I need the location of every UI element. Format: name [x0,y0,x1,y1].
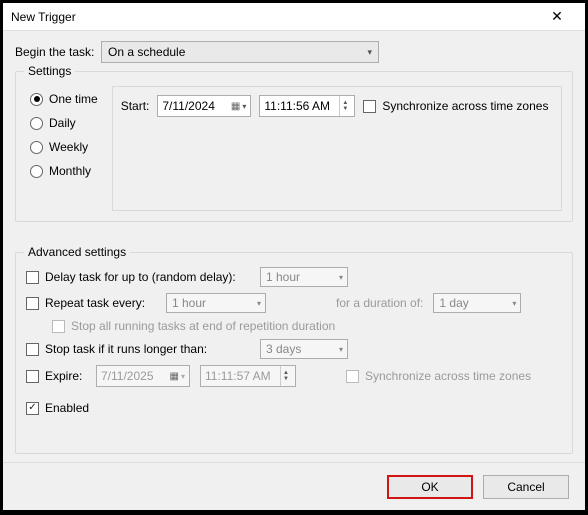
begin-task-row: Begin the task: On a schedule ▾ [15,41,573,63]
cancel-label: Cancel [507,480,544,494]
stop-running-checkbox[interactable]: Stop all running tasks at end of repetit… [52,319,335,333]
expire-date-input[interactable]: 7/11/2025 ▦ ▾ [96,365,190,387]
radio-label: Daily [49,116,76,130]
begin-task-label: Begin the task: [15,45,101,59]
radio-icon [30,141,43,154]
stop-longer-label: Stop task if it runs longer than: [45,342,207,356]
expire-label: Expire: [45,369,82,383]
checkbox-icon [363,100,376,113]
calendar-icon: ▦ [231,101,240,112]
expire-checkbox[interactable]: Expire: [26,369,86,383]
stop-longer-row: Stop task if it runs longer than: 3 days… [26,339,562,359]
radio-one-time[interactable]: One time [30,92,98,106]
ok-label: OK [421,480,438,494]
radio-label: Weekly [49,140,88,154]
chevron-down-icon: ▾ [242,102,246,111]
sync-zones-label: Synchronize across time zones [382,99,548,113]
begin-task-dropdown[interactable]: On a schedule ▾ [101,41,379,63]
close-button[interactable]: ✕ [537,3,577,31]
start-time-input[interactable]: 11:11:56 AM ▲ ▼ [259,95,355,117]
checkbox-icon [26,343,39,356]
delay-value: 1 hour [266,270,300,284]
expire-time-input[interactable]: 11:11:57 AM ▲ ▼ [200,365,296,387]
repeat-value: 1 hour [172,296,206,310]
radio-label: Monthly [49,164,91,178]
radio-daily[interactable]: Daily [30,116,98,130]
expire-sync-label: Synchronize across time zones [365,369,531,383]
enabled-row: Enabled [26,401,562,415]
repeat-checkbox[interactable]: Repeat task every: [26,296,156,310]
delay-row: Delay task for up to (random delay): 1 h… [26,267,562,287]
spinner-down-icon[interactable]: ▼ [281,376,291,382]
titlebar: New Trigger ✕ [3,3,585,31]
spinner-down-icon[interactable]: ▼ [340,106,350,112]
stop-running-row: Stop all running tasks at end of repetit… [52,319,562,333]
enabled-checkbox[interactable]: Enabled [26,401,89,415]
advanced-legend: Advanced settings [24,245,130,259]
radio-monthly[interactable]: Monthly [30,164,98,178]
radio-weekly[interactable]: Weekly [30,140,98,154]
checkbox-icon [26,271,39,284]
chevron-down-icon: ▾ [181,372,185,381]
checkbox-icon [346,370,359,383]
sync-zones-checkbox[interactable]: Synchronize across time zones [363,99,548,113]
expire-sync-checkbox[interactable]: Synchronize across time zones [346,369,531,383]
duration-label: for a duration of: [336,296,423,310]
delay-dropdown[interactable]: 1 hour ▾ [260,267,348,287]
advanced-fieldset: Advanced settings Delay task for up to (… [15,252,573,454]
stop-running-label: Stop all running tasks at end of repetit… [71,319,335,333]
delay-label: Delay task for up to (random delay): [45,270,236,284]
repeat-row: Repeat task every: 1 hour ▾ for a durati… [26,293,562,313]
repeat-label: Repeat task every: [45,296,145,310]
checkbox-icon [26,402,39,415]
calendar-icon: ▦ [170,371,179,382]
checkbox-icon [52,320,65,333]
enabled-label: Enabled [45,401,89,415]
stop-longer-dropdown[interactable]: 3 days ▾ [260,339,348,359]
radio-label: One time [49,92,98,106]
chevron-down-icon: ▾ [339,273,343,282]
checkbox-icon [26,370,39,383]
schedule-radio-group: One time Daily Weekly Monthly [26,86,102,211]
start-label: Start: [121,99,150,113]
stop-longer-value: 3 days [266,342,301,356]
checkbox-icon [26,297,39,310]
cancel-button[interactable]: Cancel [483,475,569,499]
expire-date-value: 7/11/2025 [101,369,154,383]
start-panel: Start: 7/11/2024 ▦ ▾ 11:11:56 AM ▲ [112,86,562,211]
ok-button[interactable]: OK [387,475,473,499]
delay-checkbox[interactable]: Delay task for up to (random delay): [26,270,250,284]
time-spinner[interactable]: ▲ ▼ [280,366,291,386]
settings-fieldset: Settings One time Daily Weekly [15,71,573,222]
repeat-dropdown[interactable]: 1 hour ▾ [166,293,266,313]
start-date-input[interactable]: 7/11/2024 ▦ ▾ [157,95,251,117]
start-date-value: 7/11/2024 [162,99,215,113]
settings-legend: Settings [24,64,75,78]
dialog-window: New Trigger ✕ Begin the task: On a sched… [2,2,586,511]
chevron-down-icon: ▾ [339,345,343,354]
radio-icon [30,165,43,178]
expire-time-value: 11:11:57 AM [205,369,271,383]
duration-dropdown[interactable]: 1 day ▾ [433,293,521,313]
chevron-down-icon: ▾ [512,299,516,308]
radio-icon [30,93,43,106]
stop-longer-checkbox[interactable]: Stop task if it runs longer than: [26,342,250,356]
time-spinner[interactable]: ▲ ▼ [339,96,350,116]
begin-task-value: On a schedule [108,45,185,59]
content-area: Begin the task: On a schedule ▾ Settings… [3,31,585,462]
chevron-down-icon: ▾ [257,299,261,308]
footer: OK Cancel [3,462,585,510]
chevron-down-icon: ▾ [367,47,372,58]
window-title: New Trigger [11,10,537,24]
duration-value: 1 day [439,296,468,310]
start-time-value: 11:11:56 AM [264,99,330,113]
expire-row: Expire: 7/11/2025 ▦ ▾ 11:11:57 AM ▲ ▼ [26,365,562,387]
radio-icon [30,117,43,130]
